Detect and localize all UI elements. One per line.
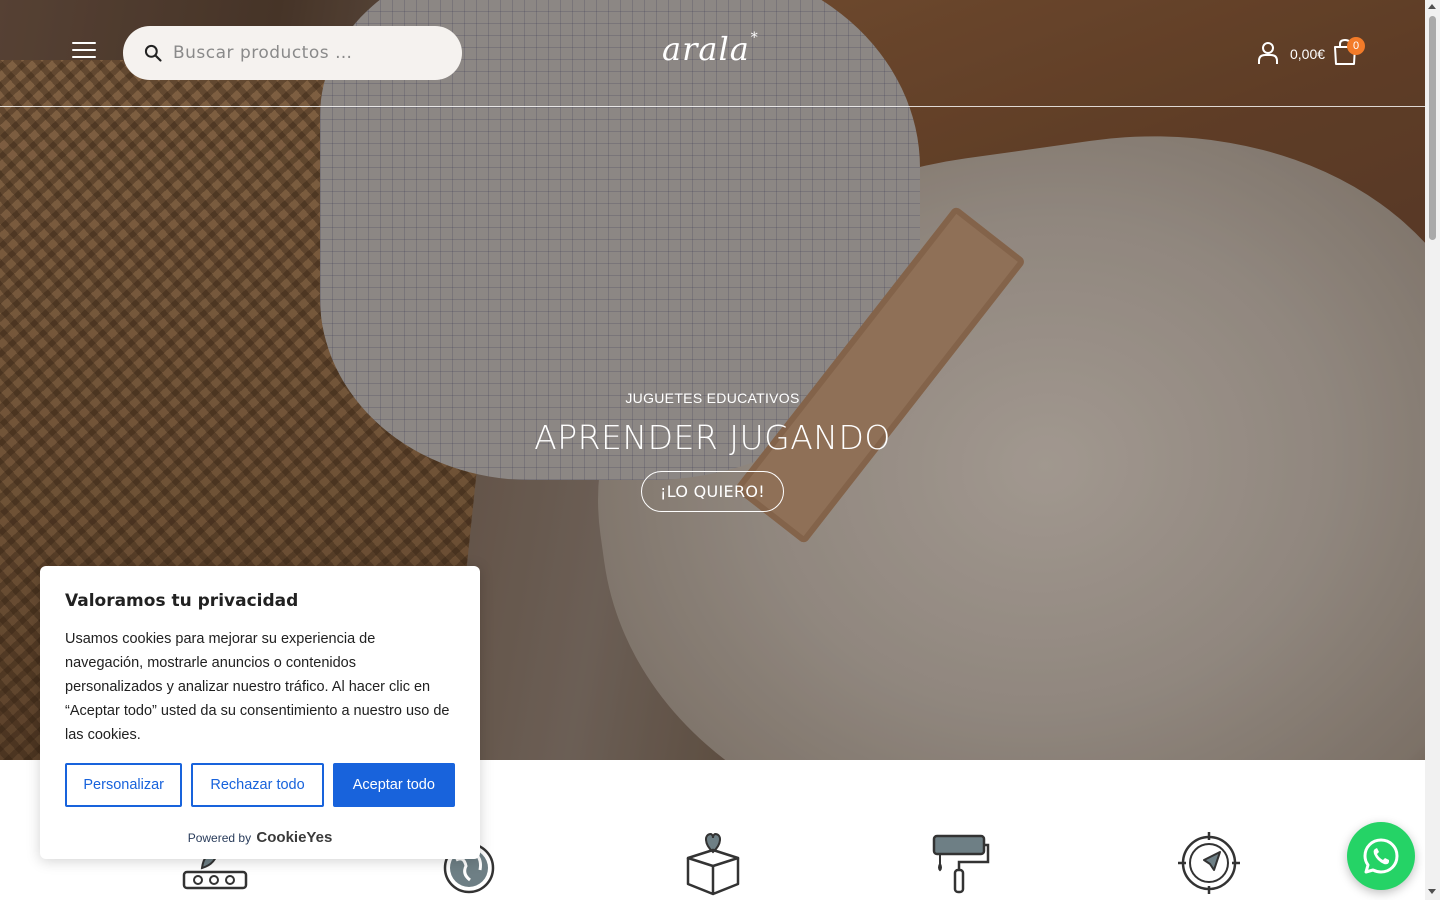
paint-roller-icon [932, 834, 990, 894]
compass-icon [1178, 832, 1240, 894]
cookie-consent-banner: Valoramos tu privacidad Usamos cookies p… [40, 566, 480, 859]
header-divider [0, 106, 1425, 107]
gift-box-heart-icon [686, 832, 740, 896]
whatsapp-button[interactable] [1347, 822, 1415, 890]
cookieyes-logo[interactable]: CookieYes [256, 829, 332, 846]
site-header: arala* 0,00€ 0 [0, 0, 1425, 107]
customize-button[interactable]: Personalizar [65, 763, 183, 807]
cart-total[interactable]: 0,00€ [1290, 46, 1325, 62]
accept-all-button[interactable]: Aceptar todo [332, 763, 455, 807]
hero-cta-button[interactable]: ¡LO QUIERO! [641, 471, 784, 512]
cart-count-badge: 0 [1347, 37, 1365, 55]
cookie-title: Valoramos tu privacidad [65, 591, 299, 611]
hamburger-menu-icon[interactable] [72, 42, 96, 62]
cookie-text: Usamos cookies para mejorar su experienc… [65, 631, 450, 743]
hero-title: APRENDER JUGANDO [534, 418, 891, 457]
scroll-up-arrow[interactable] [1428, 4, 1436, 9]
cookie-buttons: Personalizar Rechazar todo Aceptar todo [65, 763, 455, 807]
logo-text: arala [662, 30, 750, 68]
logo-mark: * [750, 30, 759, 46]
site-logo[interactable]: arala* [662, 30, 759, 68]
user-icon[interactable] [1257, 41, 1279, 65]
reject-all-button[interactable]: Rechazar todo [191, 763, 324, 807]
scroll-down-arrow[interactable] [1428, 889, 1436, 894]
hero-content: JUGUETES EDUCATIVOS APRENDER JUGANDO ¡LO… [0, 390, 1425, 512]
page-scrollbar[interactable] [1425, 0, 1440, 900]
powered-by-label: Powered by [187, 831, 252, 845]
search-input[interactable] [173, 43, 443, 63]
search-bar[interactable] [123, 26, 462, 80]
search-icon[interactable] [143, 43, 163, 63]
cookie-powered-by: Powered by CookieYes [65, 829, 455, 846]
hero-subtitle: JUGUETES EDUCATIVOS [625, 390, 800, 406]
whatsapp-icon [1363, 838, 1399, 874]
scroll-thumb[interactable] [1429, 16, 1436, 240]
